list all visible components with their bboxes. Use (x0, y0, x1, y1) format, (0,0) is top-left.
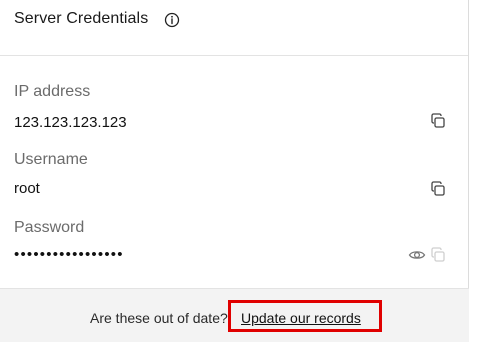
password-value: ••••••••••••••••• (14, 246, 124, 263)
info-icon[interactable] (164, 12, 180, 28)
card-title: Server Credentials (14, 10, 149, 27)
copy-icon[interactable] (429, 180, 447, 198)
card-header: Server Credentials (0, 0, 468, 56)
password-label: Password (14, 219, 85, 236)
ip-address-label: IP address (14, 83, 91, 100)
username-label: Username (14, 151, 88, 168)
copy-icon[interactable] (429, 246, 447, 264)
server-credentials-card: Server Credentials IP address 123.123.12… (0, 0, 469, 342)
eye-icon[interactable] (408, 246, 426, 264)
username-value: root (14, 180, 40, 197)
card-footer: Are these out of date? Update our record… (0, 288, 469, 342)
update-records-link[interactable]: Update our records (241, 310, 361, 326)
copy-icon[interactable] (429, 112, 447, 130)
footer-prompt: Are these out of date? (90, 310, 228, 326)
ip-address-value: 123.123.123.123 (14, 114, 127, 131)
